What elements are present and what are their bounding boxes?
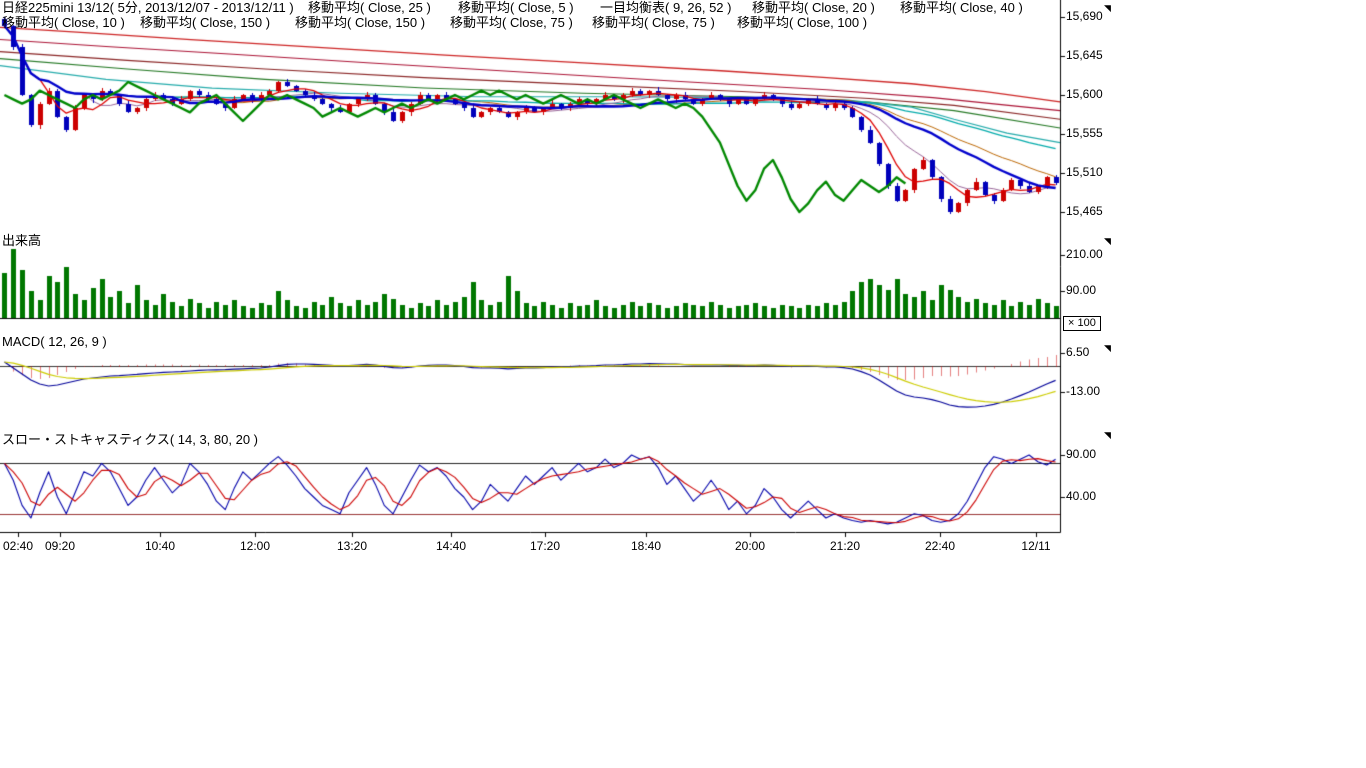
indicator-label: 移動平均( Close, 100 ) [737, 16, 867, 30]
price-axis-tick: 15,510 [1066, 166, 1103, 179]
indicator-label: 移動平均( Close, 150 ) [140, 16, 270, 30]
price-axis-tick: 15,690 [1066, 10, 1103, 23]
indicator-label: 移動平均( Close, 75 ) [450, 16, 573, 30]
stoch-axis-tick: 90.00 [1066, 448, 1096, 461]
time-axis-label: 10:40 [140, 540, 180, 553]
stoch-panel-label: スロー・ストキャスティクス( 14, 3, 80, 20 ) [2, 433, 258, 447]
time-axis-label: 20:00 [730, 540, 770, 553]
indicator-label: 移動平均( Close, 25 ) [308, 1, 431, 15]
indicator-label: 一目均衡表( 9, 26, 52 ) [600, 1, 731, 15]
indicator-label: 移動平均( Close, 40 ) [900, 1, 1023, 15]
indicator-label: 移動平均( Close, 150 ) [295, 16, 425, 30]
time-axis-label: 12/11 [1016, 540, 1056, 553]
price-axis-tick: 15,465 [1066, 205, 1103, 218]
stoch-axis-tick: 40.00 [1066, 490, 1096, 503]
price-axis-tick: 15,645 [1066, 49, 1103, 62]
macd-axis-tick: -13.00 [1066, 385, 1100, 398]
time-axis-label: 21:20 [825, 540, 865, 553]
indicator-label: 移動平均( Close, 20 ) [752, 1, 875, 15]
volume-axis-tick: 90.00 [1066, 284, 1096, 297]
price-axis-tick: 15,600 [1066, 88, 1103, 101]
time-axis-label: 18:40 [626, 540, 666, 553]
volume-multiplier-badge: × 100 [1063, 316, 1101, 331]
macd-axis-tick: 6.50 [1066, 346, 1089, 359]
chart-application-window: 出来高 MACD( 12, 26, 9 ) スロー・ストキャスティクス( 14,… [0, 0, 1366, 768]
chart-title: 日経225mini 13/12( 5分, 2013/12/07 - 2013/1… [2, 1, 294, 15]
time-axis-label: 17:20 [525, 540, 565, 553]
indicator-label: 移動平均( Close, 10 ) [2, 16, 125, 30]
time-axis-label: 12:00 [235, 540, 275, 553]
indicator-label: 移動平均( Close, 75 ) [592, 16, 715, 30]
panel-scale-icon[interactable]: ◥ [1104, 431, 1111, 440]
indicator-label: 移動平均( Close, 5 ) [458, 1, 574, 15]
time-axis-label: 09:20 [40, 540, 80, 553]
volume-panel-label: 出来高 [2, 234, 41, 248]
macd-panel-label: MACD( 12, 26, 9 ) [2, 335, 107, 349]
panel-scale-icon[interactable]: ◥ [1104, 237, 1111, 246]
panel-scale-icon[interactable]: ◥ [1104, 344, 1111, 353]
time-axis-label: 22:40 [920, 540, 960, 553]
volume-axis-tick: 210.00 [1066, 248, 1103, 261]
time-axis-label: 13:20 [332, 540, 372, 553]
time-axis-label: 02:40 [0, 540, 38, 553]
chart-canvas[interactable] [0, 0, 1366, 560]
price-axis-tick: 15,555 [1066, 127, 1103, 140]
time-axis-label: 14:40 [431, 540, 471, 553]
panel-scale-icon[interactable]: ◥ [1104, 4, 1111, 13]
